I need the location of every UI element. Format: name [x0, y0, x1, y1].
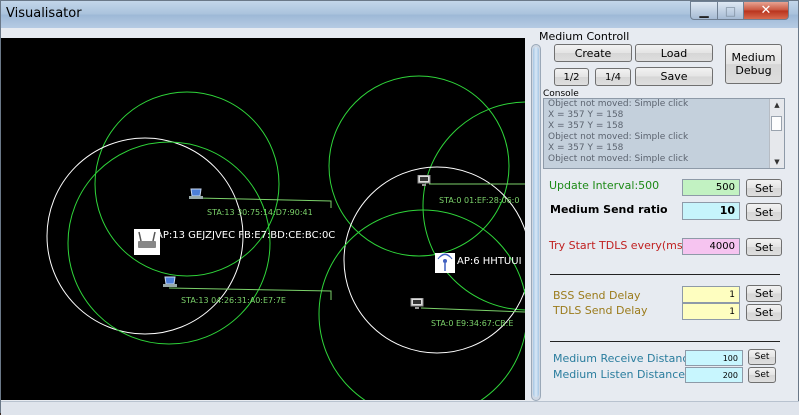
separator: [550, 341, 780, 342]
sta-label: STA:13 04:26:31:A0:E7:7E: [181, 296, 286, 305]
console-line: X = 357 Y = 158: [548, 121, 624, 131]
load-button[interactable]: Load: [635, 44, 713, 62]
scale-half-button[interactable]: 1/2: [554, 68, 589, 86]
bss-delay-label: BSS Send Delay: [553, 289, 641, 302]
laptop-icon[interactable]: [189, 188, 203, 200]
send-ratio-input[interactable]: 10: [682, 202, 740, 220]
maximize-button[interactable]: □: [717, 1, 744, 20]
minimize-icon: ▁: [699, 3, 709, 18]
canvas-scrollbar[interactable]: [531, 44, 541, 401]
console-line: Object not moved: Simple click: [548, 99, 689, 109]
receive-distance-input[interactable]: 100: [685, 350, 743, 366]
console-scrollbar[interactable]: ▲ ▼: [769, 99, 784, 168]
save-button[interactable]: Save: [635, 67, 713, 86]
network-canvas[interactable]: AP:13 GEJZJVEC FB:E7:BD:CE:BC:0C AP:6 HH…: [1, 38, 525, 400]
link-line: [196, 197, 332, 208]
console-log[interactable]: Object not moved: Simple click X = 357 Y…: [543, 98, 785, 169]
receive-distance-set-button[interactable]: Set: [748, 349, 776, 365]
console-line: Object not moved: Simple click: [548, 132, 689, 142]
console-line: Object not moved: Simple click: [548, 154, 689, 164]
range-circles: [46, 75, 525, 400]
scroll-up-icon[interactable]: ▲: [770, 99, 784, 111]
sta-label: STA:0 01:EF:28:06:0: [439, 196, 520, 205]
title-bar[interactable]: Visualisator ▁ □ ✕: [1, 1, 798, 28]
console-line: X = 357 Y = 158: [548, 110, 624, 120]
send-ratio-set-button[interactable]: Set: [746, 203, 782, 221]
tdls-interval-label: Try Start TDLS every(ms): [549, 239, 687, 252]
sta-label: STA:13 30:75:14:D7:90:41: [207, 208, 313, 217]
listen-distance-set-button[interactable]: Set: [748, 367, 776, 383]
tdls-delay-label: TDLS Send Delay: [553, 304, 648, 317]
window-title: Visualisator: [6, 6, 82, 21]
monitor-icon[interactable]: [417, 175, 431, 187]
range-circle: [67, 141, 271, 345]
update-interval-label: Update Interval:500: [549, 179, 660, 192]
send-ratio-label: Medium Send ratio: [550, 203, 668, 216]
visualisator-window: Visualisator ▁ □ ✕ AP:13 GEJZJVEC FB:E7:…: [0, 0, 799, 415]
console-line: X = 357 Y = 158: [548, 143, 624, 153]
maximize-icon: □: [724, 3, 737, 18]
range-circle: [328, 75, 510, 257]
receive-distance-label: Medium Receive Distance: [553, 352, 696, 365]
scroll-thumb[interactable]: [771, 116, 782, 131]
ap-label: AP:13 GEJZJVEC FB:E7:BD:CE:BC:0C: [156, 230, 336, 241]
update-interval-set-button[interactable]: Set: [746, 179, 782, 197]
scroll-thumb[interactable]: [533, 47, 539, 397]
close-icon: ✕: [760, 3, 772, 18]
ap-label: AP:6 HHTUUI: [457, 256, 522, 267]
antenna-icon[interactable]: [435, 253, 455, 273]
listen-distance-label: Medium Listen Distance: [553, 368, 686, 381]
minimize-button[interactable]: ▁: [690, 1, 718, 20]
update-interval-input[interactable]: 500: [682, 179, 740, 196]
tdls-delay-set-button[interactable]: Set: [746, 304, 782, 321]
medium-debug-button[interactable]: Medium Debug: [725, 44, 782, 84]
tdls-interval-set-button[interactable]: Set: [746, 238, 782, 256]
close-button[interactable]: ✕: [743, 1, 789, 20]
tdls-interval-input[interactable]: 4000: [682, 238, 740, 255]
range-circle: [422, 101, 525, 311]
laptop-icon[interactable]: [163, 276, 177, 288]
create-button[interactable]: Create: [554, 44, 632, 62]
bss-delay-input[interactable]: 1: [682, 286, 740, 303]
separator: [550, 274, 780, 275]
sta-label: STA:0 E9:34:67:CB:E: [431, 319, 514, 328]
tdls-delay-input[interactable]: 1: [682, 303, 740, 320]
listen-distance-input[interactable]: 200: [685, 367, 743, 383]
medium-controll-title: Medium Controll: [539, 30, 630, 43]
scale-quarter-button[interactable]: 1/4: [595, 68, 631, 86]
monitor-icon[interactable]: [410, 298, 424, 310]
scroll-down-icon[interactable]: ▼: [770, 156, 784, 168]
bss-delay-set-button[interactable]: Set: [746, 285, 782, 302]
